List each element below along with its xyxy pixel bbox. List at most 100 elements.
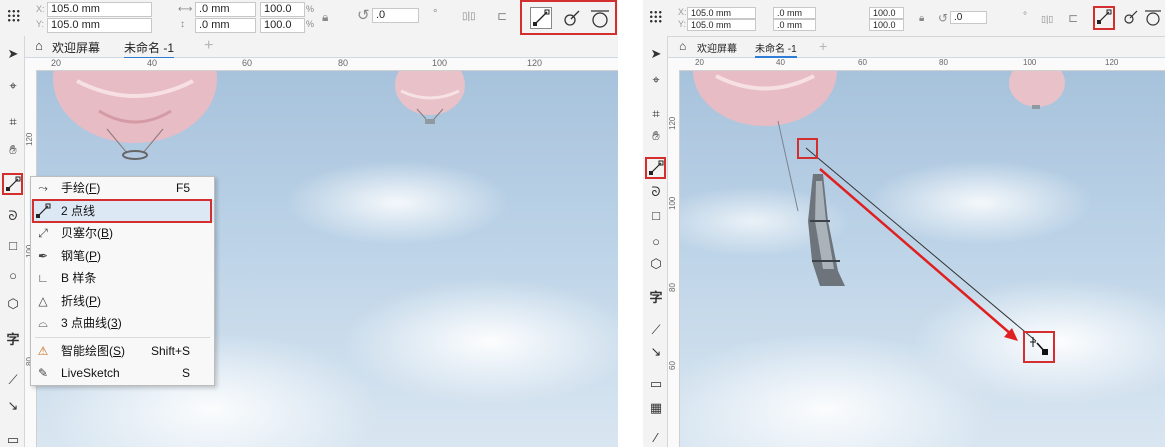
three-point-curve-icon: ⌓ xyxy=(38,316,48,330)
width-field[interactable]: .0 mm xyxy=(773,7,816,19)
scale-width-field[interactable]: 100.0 xyxy=(260,2,305,17)
pick-tool-icon[interactable]: ➤ xyxy=(5,46,21,62)
menu-item-label: B 样条 xyxy=(61,271,97,285)
menu-item-pen[interactable]: ✒︎ 钢笔(P) xyxy=(31,245,214,268)
perpendicular-line-mode-icon[interactable] xyxy=(1121,8,1139,26)
text-tool-icon[interactable]: 字 xyxy=(648,290,664,306)
rectangle-tool-icon[interactable]: □ xyxy=(5,238,21,254)
menu-item-label: 3 点曲线( xyxy=(61,316,112,330)
shape-tool-icon[interactable]: ⌖ xyxy=(648,72,664,88)
artistic-media-tool-icon[interactable]: ᘐ xyxy=(648,184,664,200)
width-field[interactable]: .0 mm xyxy=(195,2,256,17)
two-point-line-mode-icon[interactable] xyxy=(530,7,552,29)
polygon-tool-icon[interactable]: ⬡ xyxy=(648,256,664,272)
right-screenshot: X: Y: 105.0 mm 105.0 mm .0 mm .0 mm 100.… xyxy=(643,0,1165,447)
property-bar: X: Y: 105.0 mm 105.0 mm .0 mm .0 mm 100.… xyxy=(643,0,1165,37)
document-tab-bar: ⌂ 欢迎屏幕 未命名 -1 + xyxy=(24,36,618,59)
connector-tool-icon[interactable]: ↘ xyxy=(5,398,21,414)
tab-document[interactable]: 未命名 -1 xyxy=(755,40,797,58)
two-point-line-mode-icon[interactable] xyxy=(1096,9,1112,25)
tab-document[interactable]: 未命名 -1 xyxy=(124,39,175,59)
y-position-field[interactable]: 105.0 mm xyxy=(47,18,152,33)
pan-tool-icon[interactable]: ✋︎ xyxy=(648,128,664,144)
crop-tool-icon[interactable]: ⌗ xyxy=(5,114,21,130)
ruler-label: 20 xyxy=(695,58,704,67)
ruler-label: 60 xyxy=(242,58,253,68)
height-field[interactable]: .0 mm xyxy=(773,19,816,31)
object-origin-icon[interactable] xyxy=(649,10,663,24)
tangent-line-mode-icon[interactable] xyxy=(1142,6,1164,28)
home-icon[interactable]: ⌂ xyxy=(679,39,686,53)
parallel-dimension-tool-icon[interactable]: ⟋ xyxy=(648,322,664,338)
tab-welcome[interactable]: 欢迎屏幕 xyxy=(697,40,737,55)
menu-item-shortcut: S xyxy=(181,366,190,380)
text-tool-icon[interactable]: 字 xyxy=(5,332,21,348)
scale-width-field[interactable]: 100.0 xyxy=(869,7,904,19)
menu-item-polyline[interactable]: △ 折线(P) xyxy=(31,290,214,313)
ellipse-tool-icon[interactable]: ○ xyxy=(5,268,21,284)
pan-tool-icon[interactable]: ✋︎ xyxy=(5,142,21,158)
add-tab-button[interactable]: + xyxy=(819,38,827,54)
lock-ratio-icon[interactable]: 🔒︎ xyxy=(919,13,924,25)
perpendicular-line-mode-icon[interactable] xyxy=(560,7,582,29)
rectangle-tool-icon[interactable]: □ xyxy=(648,208,664,224)
menu-item-label-end: ) xyxy=(121,343,126,358)
percent-w: % xyxy=(306,4,315,14)
menu-item-label-end: ) xyxy=(97,248,102,263)
object-origin-icon[interactable] xyxy=(7,9,21,23)
menu-item-freehand[interactable]: ⤳ 手绘(F) F5 xyxy=(31,177,214,200)
mirror-icon[interactable]: ▯|▯ xyxy=(1041,13,1053,25)
menu-item-smart-drawing[interactable]: ⚠︎ 智能绘图(S) Shift+S xyxy=(31,340,214,363)
pick-tool-icon[interactable]: ➤ xyxy=(648,46,664,62)
shape-tool-icon[interactable]: ⌖ xyxy=(5,78,21,94)
rotation-field[interactable]: .0 xyxy=(950,11,987,24)
degree-label: ° xyxy=(433,8,438,20)
x-position-field[interactable]: 105.0 mm xyxy=(47,2,152,17)
tangent-line-mode-icon[interactable] xyxy=(588,6,612,30)
menu-item-bezier[interactable]: ⤢ 贝塞尔(B) xyxy=(31,222,214,245)
ruler-label: 120 xyxy=(1105,58,1119,67)
crop-tool-icon[interactable]: ⌗ xyxy=(648,106,664,122)
menu-item-accel: P xyxy=(89,248,98,263)
align-icon[interactable]: ⊏ xyxy=(497,10,507,22)
two-point-line-tool-icon[interactable] xyxy=(648,160,664,176)
lock-ratio-icon[interactable]: 🔒︎ xyxy=(322,11,328,23)
ruler-label: 60 xyxy=(858,58,867,67)
two-point-line-tool-icon[interactable] xyxy=(5,176,21,192)
scale-height-field[interactable]: 100.0 xyxy=(869,19,904,31)
scale-height-field[interactable]: 100.0 xyxy=(260,18,305,33)
height-field[interactable]: .0 mm xyxy=(195,18,256,33)
balloon-basket xyxy=(122,150,148,160)
tab-welcome[interactable]: 欢迎屏幕 xyxy=(52,39,100,56)
drop-shadow-tool-icon[interactable]: ▭ xyxy=(648,376,664,392)
menu-item-b-spline[interactable]: ∟ B 样条 xyxy=(31,267,214,290)
x-position-field[interactable]: 105.0 mm xyxy=(687,7,756,19)
mirror-icon[interactable]: ▯|▯ xyxy=(462,11,476,23)
home-icon[interactable]: ⌂ xyxy=(35,38,43,53)
horizontal-ruler: 20 40 60 80 100 120 xyxy=(24,58,618,71)
polyline-icon: △ xyxy=(38,293,48,308)
artistic-media-tool-icon[interactable]: ᘐ xyxy=(5,208,21,224)
left-screenshot: X: Y: 105.0 mm 105.0 mm ⟷ ↕ .0 mm .0 mm … xyxy=(0,0,618,447)
y-position-field[interactable]: 105.0 mm xyxy=(687,19,756,31)
ruler-label: 100 xyxy=(432,58,448,68)
connector-tool-icon[interactable]: ↘ xyxy=(648,344,664,360)
bezier-icon: ⤢ xyxy=(38,226,48,240)
parallel-dimension-tool-icon[interactable]: ⟋ xyxy=(5,372,21,388)
rotation-field[interactable]: .0 xyxy=(372,8,419,23)
menu-item-three-point-curve[interactable]: ⌓ 3 点曲线(3) xyxy=(31,312,214,335)
transparency-tool-icon[interactable]: ▦ xyxy=(648,400,664,416)
ruler-label: 100 xyxy=(1023,58,1037,67)
eyedropper-tool-icon[interactable]: ⁄ xyxy=(648,430,664,446)
hot-air-balloon-large xyxy=(693,71,837,126)
b-spline-icon: ∟ xyxy=(37,271,49,285)
menu-item-accel: P xyxy=(89,293,98,308)
add-tab-button[interactable]: + xyxy=(204,37,213,55)
ellipse-tool-icon[interactable]: ○ xyxy=(648,234,664,250)
polygon-tool-icon[interactable]: ⬡ xyxy=(5,296,21,312)
align-icon[interactable]: ⊏ xyxy=(1068,12,1078,24)
menu-item-livesketch[interactable]: ✎ LiveSketch S xyxy=(31,362,214,385)
menu-item-accel: S xyxy=(113,343,122,358)
drawing-canvas[interactable] xyxy=(680,71,1165,447)
drop-shadow-tool-icon[interactable]: ▭ xyxy=(5,432,21,447)
